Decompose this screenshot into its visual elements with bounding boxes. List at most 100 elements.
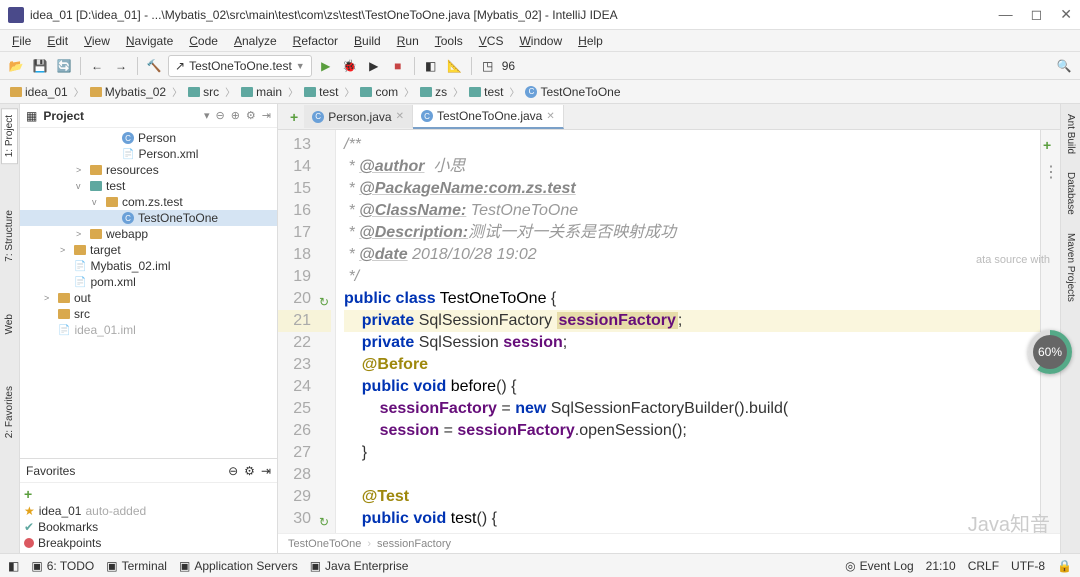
crumb-field[interactable]: sessionFactory [377,538,451,550]
gear-icon[interactable]: ⚙ [244,464,255,478]
code-line[interactable]: sessionFactory = new SqlSessionFactoryBu… [344,398,1040,420]
favorite-item[interactable]: Breakpoints [20,535,277,551]
breadcrumb-item[interactable]: main [237,85,286,99]
statusbar-term[interactable]: ▣Terminal [106,559,167,573]
code-line[interactable]: public void test() { [344,508,1040,530]
menu-build[interactable]: Build [348,32,387,50]
tree-item[interactable]: vtest [20,178,277,194]
tree-item[interactable]: vcom.zs.test [20,194,277,210]
breadcrumb-item[interactable]: CTestOneToOne [521,85,624,99]
editor-tab[interactable]: CTestOneToOne.java✕ [413,105,564,129]
editor-tab[interactable]: CPerson.java✕ [304,105,413,128]
hammer-icon[interactable]: 🔨 [144,56,164,76]
menu-analyze[interactable]: Analyze [228,32,283,50]
tree-item[interactable]: >target [20,242,277,258]
menu-vcs[interactable]: VCS [473,32,510,50]
tool-icon[interactable]: ⋮ [1043,162,1058,184]
chevron-down-icon[interactable]: ▾ [204,109,210,122]
run-gutter-icon[interactable]: ↻ [319,511,329,533]
tree-item[interactable]: src [20,306,277,322]
target-icon[interactable]: ⊕ [231,109,240,122]
code-line[interactable]: * @Description:测试一对一关系是否映射成功 [344,222,1040,244]
tool-tab[interactable]: Maven Projects [1063,227,1078,308]
ruler-icon[interactable]: 📐 [445,56,465,76]
breadcrumb-item[interactable]: test [300,85,342,99]
favorite-item[interactable]: ★idea_01 auto-added [20,503,277,519]
breadcrumb-item[interactable]: Mybatis_02 [86,85,170,99]
menu-tools[interactable]: Tools [429,32,469,50]
menu-view[interactable]: View [78,32,116,50]
debug-button[interactable]: 🐞 [340,56,360,76]
encoding[interactable]: UTF-8 [1011,559,1045,573]
close-icon[interactable]: ✕ [1060,6,1072,23]
code-line[interactable]: * @author 小思 [344,156,1040,178]
tree-item[interactable]: CPerson [20,130,277,146]
hide-icon[interactable]: ⇥ [262,109,271,122]
menu-window[interactable]: Window [513,32,568,50]
tree-item[interactable]: >out [20,290,277,306]
minimize-icon[interactable]: — [999,6,1013,23]
statusbar-todo[interactable]: ▣6: TODO [31,559,94,573]
struct-icon[interactable]: ◧ [421,56,441,76]
tool-tab[interactable]: 2: Favorites [2,380,17,444]
menu-help[interactable]: Help [572,32,609,50]
close-tab-icon[interactable]: ✕ [396,111,404,122]
collapse-icon[interactable]: ⊖ [215,109,224,122]
breadcrumb-item[interactable]: test [465,85,507,99]
code-line[interactable]: private SqlSessionFactory sessionFactory… [344,310,1040,332]
line-sep[interactable]: CRLF [968,559,999,573]
tool-toggle-icon[interactable]: ◧ [8,559,19,573]
tool-tab[interactable]: 7: Structure [2,204,17,268]
refresh-icon[interactable]: 🔄 [54,56,74,76]
close-tab-icon[interactable]: ✕ [546,111,554,122]
menu-code[interactable]: Code [183,32,224,50]
breadcrumb-item[interactable]: idea_01 [6,85,72,99]
code-line[interactable]: * @ClassName: TestOneToOne [344,200,1040,222]
breadcrumb-item[interactable]: com [356,85,402,99]
tool-tab[interactable]: 1: Project [1,108,18,164]
tool-tab[interactable]: Ant Build [1063,108,1078,160]
tree-item[interactable]: >resources [20,162,277,178]
add-icon[interactable]: + [1043,134,1058,156]
hide-icon[interactable]: ⇥ [261,464,271,478]
tree-item[interactable]: 📄pom.xml [20,274,277,290]
event-log-button[interactable]: ◎Event Log [845,559,914,573]
menu-refactor[interactable]: Refactor [287,32,344,50]
menu-edit[interactable]: Edit [41,32,74,50]
maximize-icon[interactable]: ◻ [1031,6,1043,23]
favorite-item[interactable]: ✔Bookmarks [20,519,277,535]
run-button[interactable]: ▶ [316,56,336,76]
breadcrumb-item[interactable]: zs [416,85,451,99]
tree-item[interactable]: 📄Person.xml [20,146,277,162]
tool-tab[interactable]: Web [2,308,17,340]
menu-navigate[interactable]: Navigate [120,32,179,50]
tool-tab[interactable]: Database [1063,166,1078,221]
add-favorite-button[interactable]: + [24,486,32,502]
new-tab-button[interactable]: + [284,109,304,125]
tree-item[interactable]: 📄idea_01.iml [20,322,277,338]
tree-item[interactable]: >webapp [20,226,277,242]
code-line[interactable] [344,464,1040,486]
code-line[interactable]: public class TestOneToOne { [344,288,1040,310]
menu-run[interactable]: Run [391,32,425,50]
run-config-selector[interactable]: ↗ TestOneToOne.test ▼ [168,55,312,77]
crumb-class[interactable]: TestOneToOne [288,538,361,550]
undo-icon[interactable]: ← [87,56,107,76]
code-line[interactable]: */ [344,266,1040,288]
menu-file[interactable]: File [6,32,37,50]
code-line[interactable]: * @PackageName:com.zs.test [344,178,1040,200]
code-line[interactable]: /** [344,134,1040,156]
open-icon[interactable]: 📂 [6,56,26,76]
stop-button[interactable]: ■ [388,56,408,76]
statusbar-jee[interactable]: ▣Java Enterprise [310,559,409,573]
lock-icon[interactable]: 🔒 [1057,559,1072,573]
code-line[interactable]: private SqlSession session; [344,332,1040,354]
coverage-button[interactable]: ▶ [364,56,384,76]
code-line[interactable]: session = sessionFactory.openSession(); [344,420,1040,442]
collapse-icon[interactable]: ⊖ [228,464,238,478]
code-line[interactable]: @Test [344,486,1040,508]
breadcrumb-item[interactable]: src [184,85,223,99]
redo-icon[interactable]: → [111,56,131,76]
statusbar-srv[interactable]: ▣Application Servers [179,559,298,573]
save-icon[interactable]: 💾 [30,56,50,76]
